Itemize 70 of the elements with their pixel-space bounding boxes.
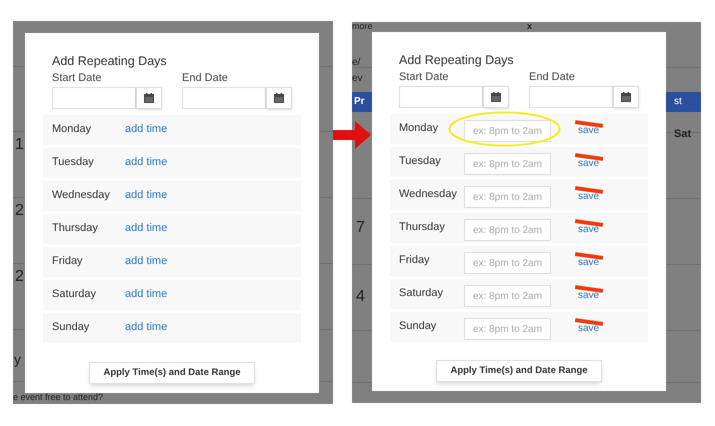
day-label: Sunday <box>52 320 90 336</box>
background-text: e/ <box>352 58 360 68</box>
date-field[interactable] <box>182 86 266 108</box>
time-field[interactable]: ex: 8pm to 2am <box>464 219 551 241</box>
day-label: Monday <box>399 121 440 136</box>
arrow-drawing <box>333 121 371 149</box>
background-text: ev <box>352 74 363 84</box>
background-text: x <box>527 22 532 31</box>
background-text: y <box>14 352 21 366</box>
save-link[interactable]: save <box>578 322 600 334</box>
background-text: 1 <box>15 135 24 155</box>
add-time-link[interactable]: add time <box>125 121 168 138</box>
save-link[interactable]: save <box>578 190 600 202</box>
day-label: Monday <box>52 122 92 138</box>
save-link[interactable]: save <box>578 224 600 234</box>
save-link[interactable]: save <box>578 290 600 300</box>
apply-button[interactable]: Apply Time(s) and Date Range <box>89 362 255 384</box>
dialog-title: Add Repeating Days <box>399 54 515 66</box>
day-label: Wednesday <box>399 187 458 202</box>
add-time-link[interactable]: add time <box>125 220 168 237</box>
apply-button[interactable]: Apply Time(s) and Date Range <box>436 360 602 382</box>
time-field[interactable]: ex: 8pm to 2am <box>464 153 551 175</box>
background-text: 4 <box>356 287 365 307</box>
day-label: Friday <box>399 253 431 268</box>
calendar-button[interactable] <box>483 86 509 108</box>
end-date-label: End Date <box>182 72 229 84</box>
day-label: Tuesday <box>399 154 442 170</box>
time-field[interactable]: ex: 8pm to 2am <box>464 186 551 208</box>
calendar-icon <box>144 92 154 102</box>
background-text: Sat <box>674 129 692 140</box>
dialog-title: Add Repeating Days <box>52 55 168 68</box>
time-field[interactable]: ex: 8pm to 2am <box>464 252 551 274</box>
background-text: 2 <box>15 201 24 221</box>
background-text: st <box>674 97 682 107</box>
calendar-button[interactable] <box>266 86 292 108</box>
background-text: 7 <box>356 218 365 238</box>
background-text: more <box>352 22 373 31</box>
day-label: Tuesday <box>52 155 95 170</box>
day-label: Saturday <box>399 286 444 302</box>
add-time-link[interactable]: add time <box>125 286 168 303</box>
time-field[interactable]: ex: 8pm to 2am <box>464 285 551 307</box>
day-label: Thursday <box>399 220 446 236</box>
day-label: Wednesday <box>52 188 111 204</box>
calendar-button[interactable] <box>136 86 162 108</box>
background-text: e event free to attend? <box>13 393 104 402</box>
start-date-label: Start Date <box>399 72 450 82</box>
save-link[interactable]: save <box>578 256 600 268</box>
calendar-icon <box>274 92 284 102</box>
date-field[interactable] <box>399 86 483 108</box>
calendar-icon <box>621 92 631 102</box>
save-link[interactable]: save <box>578 158 600 168</box>
day-label: Friday <box>52 254 84 270</box>
start-date-label: Start Date <box>52 72 103 84</box>
background-text: 2 <box>15 267 24 287</box>
date-field[interactable] <box>52 86 136 108</box>
save-link[interactable]: save <box>578 124 600 136</box>
day-label: Sunday <box>399 319 438 334</box>
calendar-icon <box>491 92 501 102</box>
time-field[interactable]: ex: 8pm to 2am <box>464 120 551 142</box>
background-text: Pr <box>354 97 365 107</box>
add-time-link[interactable]: add time <box>125 253 168 270</box>
end-date-label: End Date <box>529 72 576 82</box>
date-field[interactable] <box>529 86 613 108</box>
add-time-link[interactable]: add time <box>125 187 168 204</box>
calendar-button[interactable] <box>613 86 639 108</box>
day-label: Thursday <box>52 221 99 236</box>
day-label: Saturday <box>52 287 98 302</box>
time-field[interactable]: ex: 8pm to 2am <box>464 318 551 340</box>
add-time-link[interactable]: add time <box>125 319 168 336</box>
add-time-link[interactable]: add time <box>125 154 168 171</box>
